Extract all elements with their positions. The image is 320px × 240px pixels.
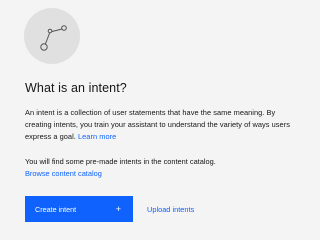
description-text: An intent is a collection of user statem… bbox=[25, 108, 290, 141]
empty-state-card: What is an intent? An intent is a collec… bbox=[0, 0, 300, 231]
page-title: What is an intent? bbox=[25, 81, 127, 95]
upload-intents-button[interactable]: Upload intents bbox=[147, 196, 194, 222]
create-intent-button[interactable]: Create intent + bbox=[25, 196, 133, 222]
catalog-text: You will find some pre-made intents in t… bbox=[25, 157, 216, 166]
intent-nodes-icon bbox=[24, 8, 80, 64]
plus-icon: + bbox=[115, 203, 121, 214]
learn-more-link[interactable]: Learn more bbox=[78, 132, 116, 141]
intent-description: An intent is a collection of user statem… bbox=[25, 107, 297, 143]
create-intent-label: Create intent bbox=[35, 204, 77, 214]
browse-catalog-link[interactable]: Browse content catalog bbox=[25, 168, 102, 180]
